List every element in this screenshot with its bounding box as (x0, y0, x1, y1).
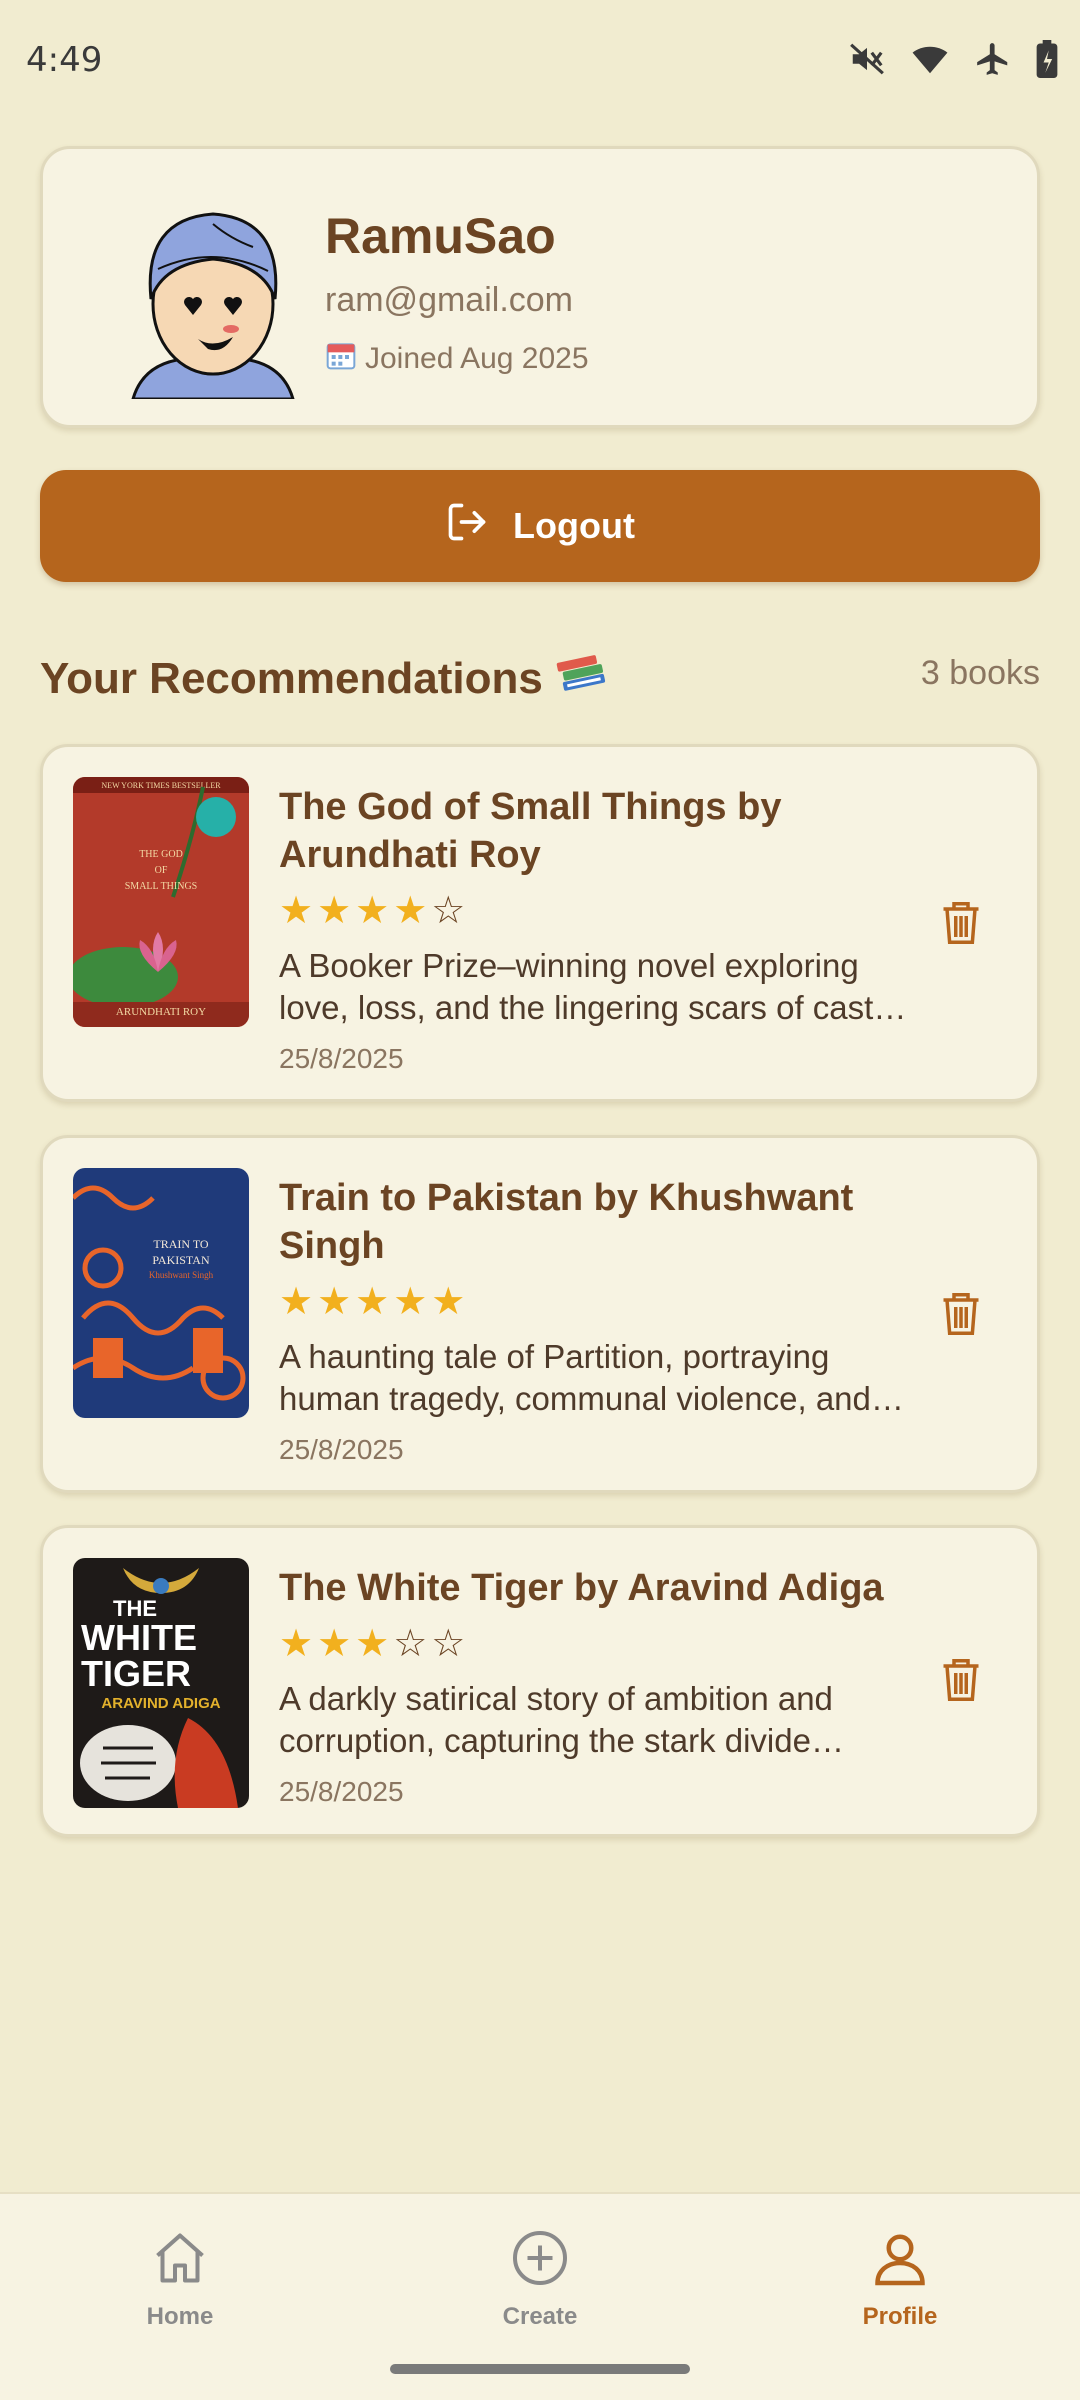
book-cover-image: TRAIN TO PAKISTAN Khushwant Singh (73, 1168, 249, 1418)
book-description: A Booker Prize–winning novel exploring l… (279, 947, 892, 1026)
cover-1-line1: THE GOD (139, 849, 183, 860)
book-rating: ★★★★☆ (279, 890, 470, 932)
book-info: Train to Pakistan by Khushwant Singh ★★★… (279, 1174, 909, 1466)
mute-icon (848, 40, 886, 78)
book-card[interactable]: TRAIN TO PAKISTAN Khushwant Singh Train … (40, 1135, 1040, 1493)
cover-3-author: ARAVIND ADIGA (101, 1695, 220, 1712)
book-description: A darkly satirical story of ambition and… (279, 1680, 833, 1759)
book-rating: ★★★★★ (279, 1281, 470, 1323)
cover-1-line3: SMALL THINGS (125, 881, 198, 892)
book-title: Train to Pakistan by Khushwant Singh (279, 1177, 854, 1267)
trash-icon (940, 898, 982, 953)
cover-3-line3: TIGER (81, 1653, 191, 1694)
book-date: 25/8/2025 (279, 1776, 404, 1807)
person-icon (870, 2228, 930, 2293)
nav-home-label: Home (146, 2303, 214, 2330)
book-cover-image: NEW YORK TIMES BESTSELLER THE GOD OF SMA… (73, 777, 249, 1027)
nav-profile-label: Profile (862, 2303, 938, 2330)
nav-create-label: Create (502, 2303, 578, 2330)
cover-1-line2: OF (155, 865, 168, 876)
delete-button[interactable] (933, 1654, 989, 1710)
profile-joined: Joined Aug 2025 (325, 339, 589, 379)
books-stack-icon (555, 648, 609, 709)
trash-icon (940, 1655, 982, 1710)
book-info: The White Tiger by Aravind Adiga ★★★☆☆ A… (279, 1564, 909, 1808)
cover-2-line1: TRAIN TO (153, 1237, 209, 1251)
delete-button[interactable] (933, 897, 989, 953)
book-title: The God of Small Things by Arundhati Roy (279, 786, 782, 876)
status-icons (848, 40, 1058, 78)
book-card[interactable]: THE WHITE TIGER ARAVIND ADIGA The White … (40, 1525, 1040, 1837)
status-bar: 4:49 (0, 0, 1080, 120)
cover-1-author: ARUNDHATI ROY (116, 1006, 206, 1018)
book-description: A haunting tale of Partition, portraying… (279, 1338, 871, 1417)
plus-circle-icon (510, 2228, 570, 2293)
logout-icon (445, 500, 489, 553)
recommendations-title: Your Recommendations (40, 648, 609, 709)
delete-button[interactable] (933, 1288, 989, 1344)
wifi-icon (910, 40, 950, 78)
nav-profile[interactable]: Profile (800, 2228, 1000, 2331)
recommendations-count: 3 books (920, 654, 1040, 692)
book-rating: ★★★☆☆ (279, 1623, 470, 1665)
profile-screen: 4:49 RamuSao ram@gmail.com Joined Aug 20… (0, 0, 1080, 2400)
profile-card: RamuSao ram@gmail.com Joined Aug 2025 (40, 146, 1040, 428)
nav-create[interactable]: Create (440, 2228, 640, 2331)
book-card[interactable]: NEW YORK TIMES BESTSELLER THE GOD OF SMA… (40, 744, 1040, 1102)
avatar (113, 189, 313, 401)
status-time: 4:49 (26, 40, 103, 80)
recommendations-title-text: Your Recommendations (40, 653, 543, 703)
profile-email: ram@gmail.com (325, 281, 573, 319)
cover-2-author: Khushwant Singh (149, 1270, 214, 1280)
cover-2-line2: PAKISTAN (152, 1253, 210, 1267)
profile-username: RamuSao (325, 208, 556, 264)
book-info: The God of Small Things by Arundhati Roy… (279, 783, 909, 1075)
logout-label: Logout (513, 505, 635, 546)
home-icon (148, 2228, 212, 2293)
book-cover-image: THE WHITE TIGER ARAVIND ADIGA (73, 1558, 249, 1808)
cover-3-line2: WHITE (81, 1617, 197, 1658)
home-indicator[interactable] (390, 2364, 690, 2374)
battery-icon (1036, 40, 1058, 78)
book-date: 25/8/2025 (279, 1434, 404, 1465)
profile-joined-text: Joined Aug 2025 (365, 342, 589, 375)
calendar-icon (325, 339, 357, 379)
book-date: 25/8/2025 (279, 1043, 404, 1074)
airplane-icon (974, 40, 1012, 78)
logout-button[interactable]: Logout (40, 470, 1040, 582)
trash-icon (940, 1289, 982, 1344)
nav-home[interactable]: Home (80, 2228, 280, 2331)
book-title: The White Tiger by Aravind Adiga (279, 1567, 884, 1609)
